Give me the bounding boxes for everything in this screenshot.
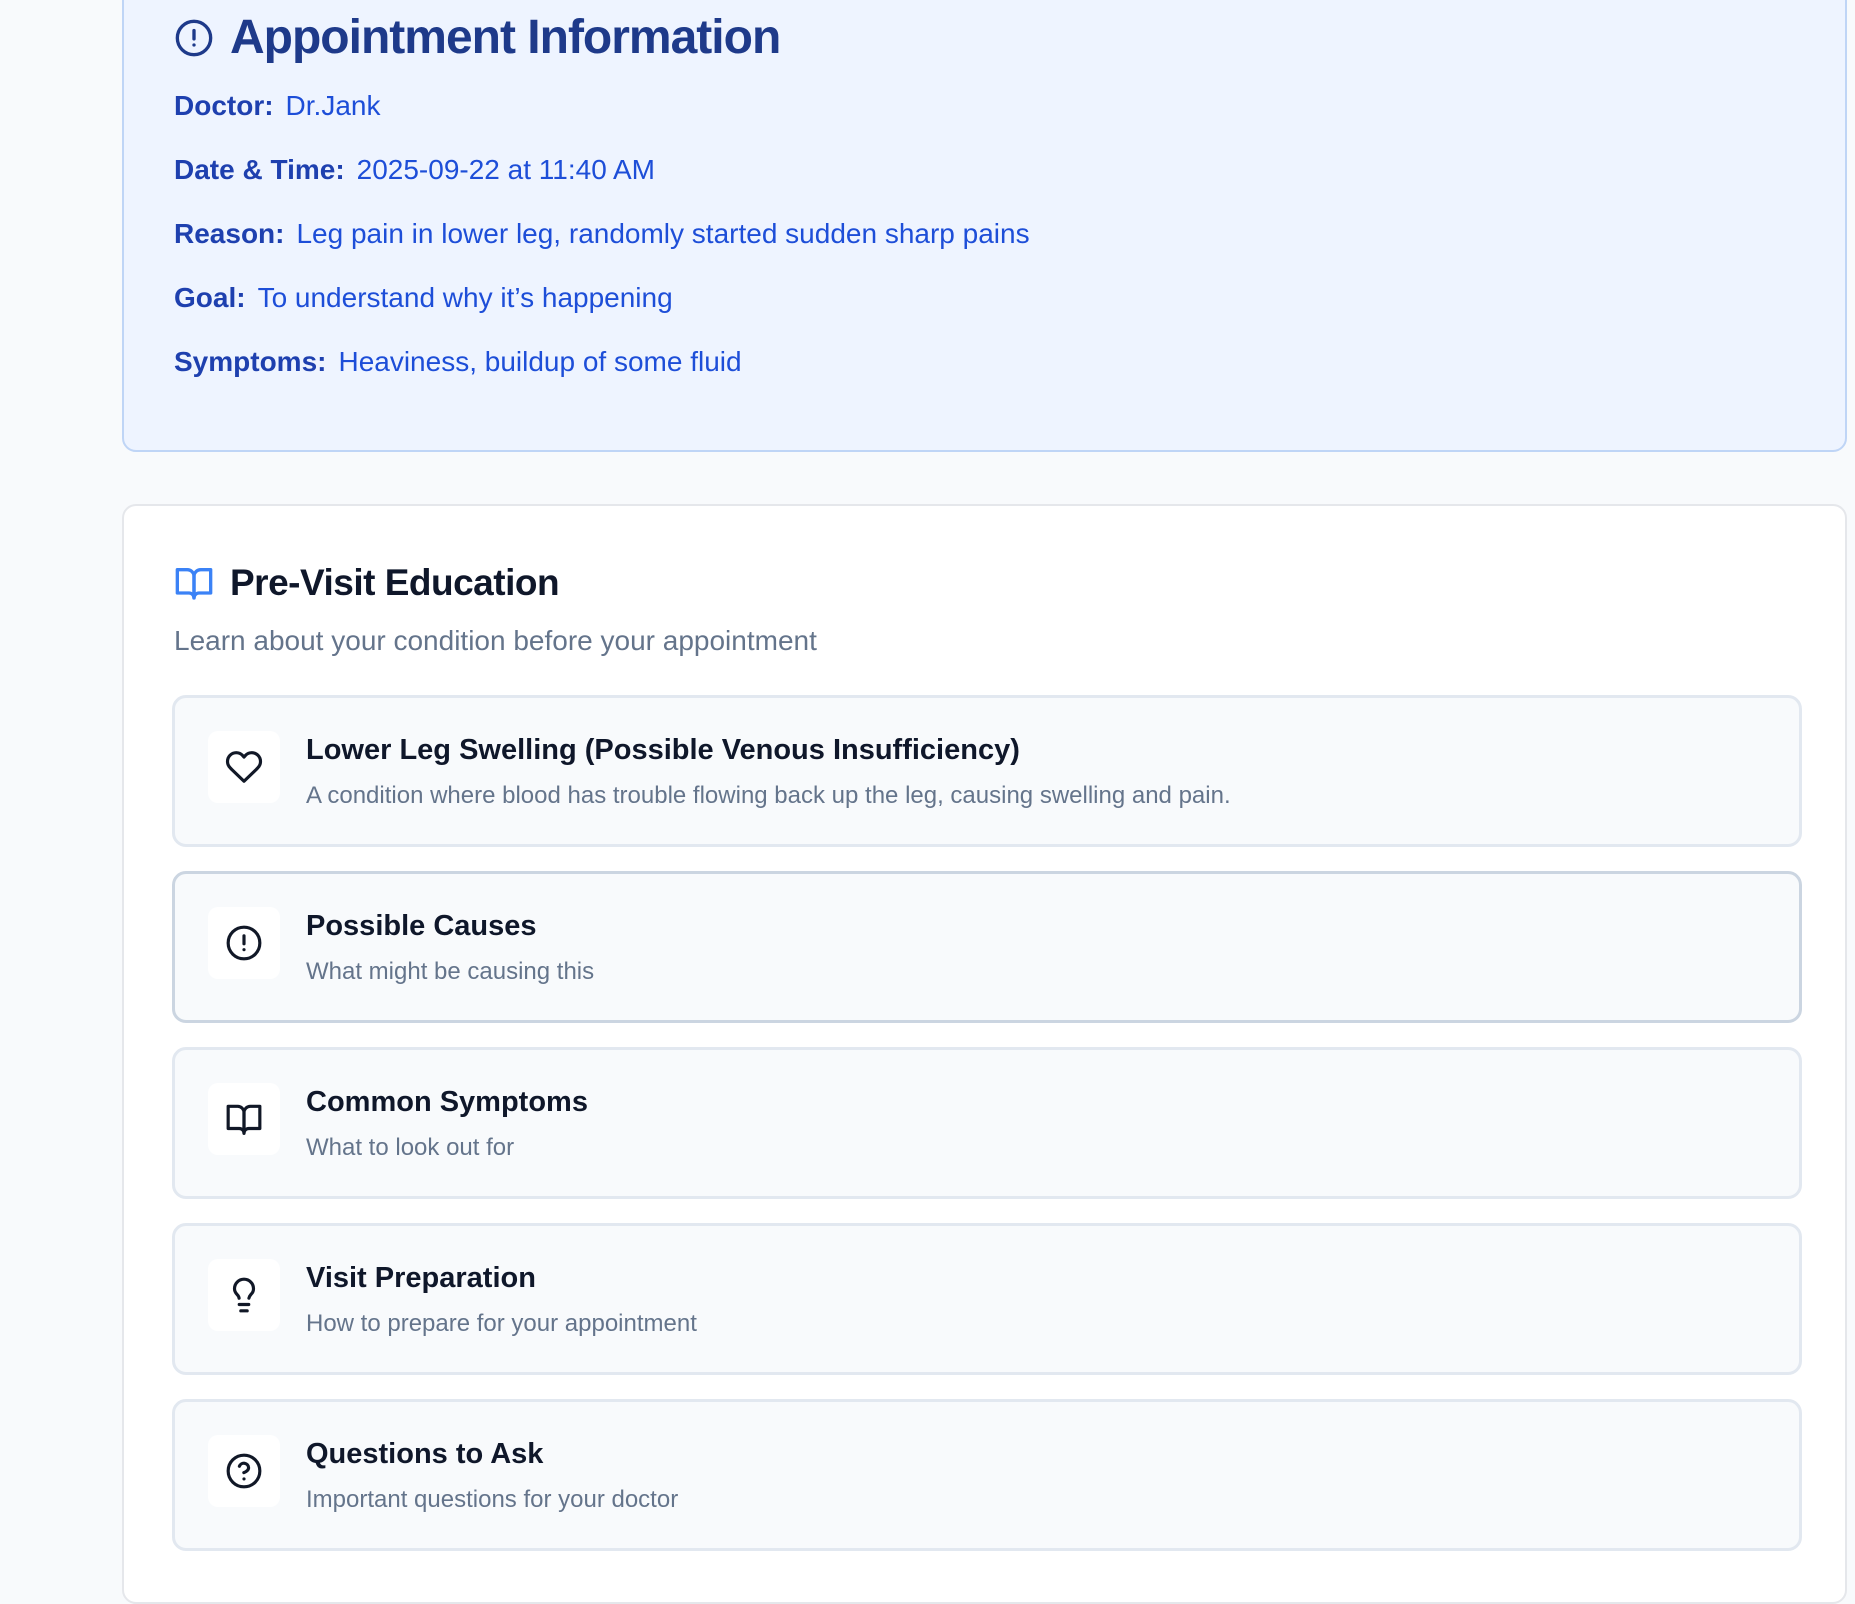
date-time-row: Date & Time: 2025-09-22 at 11:40 AM — [174, 154, 655, 186]
topic-icon-box — [208, 1259, 280, 1331]
book-open-icon — [175, 568, 213, 600]
help-circle-icon — [226, 1453, 262, 1489]
book-open-icon — [226, 1104, 262, 1135]
pre-visit-education-card: Pre-Visit Education Learn about your con… — [122, 504, 1847, 1604]
heart-icon — [225, 751, 263, 783]
topic-title: Possible Causes — [306, 910, 537, 942]
education-subtitle: Learn about your condition before your a… — [174, 625, 817, 656]
alert-circle-icon — [226, 925, 262, 961]
topic-possible-causes[interactable]: Possible Causes What might be causing th… — [172, 871, 1802, 1023]
lightbulb-icon — [232, 1277, 256, 1313]
topic-description: Important questions for your doctor — [306, 1486, 679, 1513]
doctor-row: Doctor: Dr.Jank — [174, 90, 380, 122]
topic-description: What to look out for — [306, 1134, 515, 1161]
doctor-value: Dr.Jank — [285, 90, 381, 121]
doctor-label: Doctor: — [174, 90, 274, 121]
topic-title: Lower Leg Swelling (Possible Venous Insu… — [306, 734, 1020, 766]
topic-title: Common Symptoms — [306, 1086, 588, 1118]
topic-description: How to prepare for your appointment — [306, 1310, 697, 1337]
topic-description: What might be causing this — [306, 958, 595, 985]
topic-icon-box — [208, 1435, 280, 1507]
topic-description: A condition where blood has trouble flow… — [306, 782, 1231, 809]
topic-lower-leg-swelling[interactable]: Lower Leg Swelling (Possible Venous Insu… — [172, 695, 1802, 847]
symptoms-row: Symptoms: Heaviness, buildup of some flui… — [174, 346, 742, 378]
topic-icon-box — [208, 731, 280, 803]
appointment-info-card: Appointment Information Doctor: Dr.Jank D… — [122, 0, 1847, 452]
appointment-header: Appointment Information — [174, 10, 781, 65]
goal-row: Goal: To understand why it’s happening — [174, 282, 673, 314]
reason-value: Leg pain in lower leg, randomly started … — [296, 218, 1030, 249]
reason-row: Reason: Leg pain in lower leg, randomly s… — [174, 218, 1030, 250]
topic-common-symptoms[interactable]: Common Symptoms What to look out for — [172, 1047, 1802, 1199]
symptoms-label: Symptoms: — [174, 346, 327, 377]
symptoms-value: Heaviness, buildup of some fluid — [338, 346, 742, 377]
topic-visit-preparation[interactable]: Visit Preparation How to prepare for you… — [172, 1223, 1802, 1375]
goal-value: To understand why it’s happening — [257, 282, 673, 313]
topic-icon-box — [208, 1083, 280, 1155]
reason-label: Reason: — [174, 218, 285, 249]
education-title: Pre-Visit Education — [230, 562, 560, 603]
topic-icon-box — [208, 907, 280, 979]
goal-label: Goal: — [174, 282, 246, 313]
topic-title: Questions to Ask — [306, 1438, 544, 1470]
appointment-title: Appointment Information — [230, 11, 781, 64]
topic-title: Visit Preparation — [306, 1262, 536, 1294]
date-time-label: Date & Time: — [174, 154, 345, 185]
topic-questions-to-ask[interactable]: Questions to Ask Important questions for… — [172, 1399, 1802, 1551]
date-time-value: 2025-09-22 at 11:40 AM — [356, 154, 656, 185]
alert-circle-icon — [175, 19, 213, 56]
education-header: Pre-Visit Education — [174, 562, 560, 604]
